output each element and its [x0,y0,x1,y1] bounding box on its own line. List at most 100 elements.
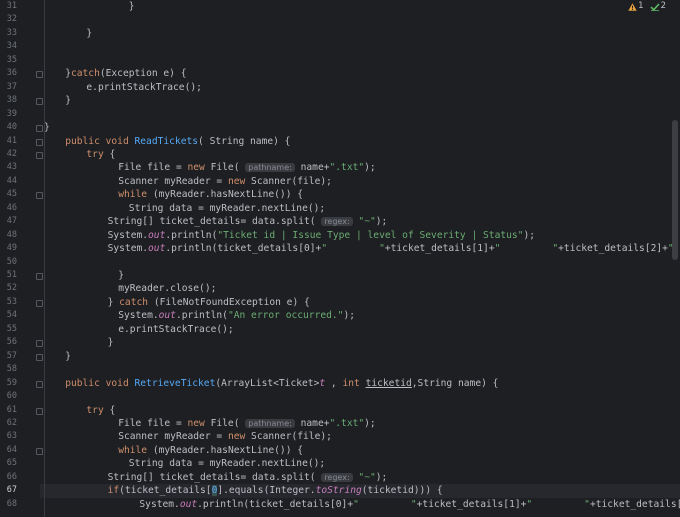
gutter-line: 37 [0,81,40,94]
gutter-line: 32 [0,13,40,26]
line-number-gutter: 31 32 33 34 35 36 37 38 39 40 41 42 43 44 45 46 47 48 49 50… [0,0,56,517]
parameter-hint: regex: [321,472,353,482]
code-line[interactable]: try { [40,148,680,161]
code-line[interactable] [40,390,680,403]
code-line[interactable] [40,108,680,121]
code-line[interactable]: } [40,121,680,134]
code-line[interactable]: } [40,336,680,349]
code-line[interactable]: try { [40,404,680,417]
code-token: String data = myReader.nextLine(); [128,458,326,470]
line-number: 65 [6,458,17,469]
code-token: "Ticket id | Issue Type | level of Sever… [217,229,524,241]
code-line[interactable]: System.out.println("Ticket id | Issue Ty… [40,229,680,242]
line-number: 36 [6,68,17,79]
gutter-line: 61 [0,404,43,417]
code-line[interactable]: System.out.println(ticket_details[0]+" "… [40,498,680,511]
code-token: Scanner(file); [245,431,332,443]
gutter-line: 49 [0,242,40,255]
code-line[interactable]: System.out.println("An error occurred.")… [40,309,680,322]
code-editor[interactable]: 31 32 33 34 35 36 37 38 39 40 41 42 43 44 45 46 47 48 49 50… [0,0,680,517]
line-number: 47 [6,216,17,227]
code-line[interactable] [40,256,680,269]
code-token: ".txt" [329,417,365,429]
code-token: while [118,189,148,201]
code-token: " " [353,498,417,510]
code-token: e.printStackTrace(); [118,323,234,335]
line-number: 50 [6,256,17,267]
line-number: 31 [6,1,17,11]
code-line[interactable]: File file = new File( pathname: name+".t… [40,161,680,174]
code-line[interactable]: public void ReadTickets( String name) { [40,135,680,148]
code-token: ticketid [365,377,412,389]
code-token: " " [494,243,559,255]
code-line[interactable] [40,40,680,53]
code-line[interactable] [40,54,680,67]
code-line[interactable]: public void RetrieveTicket(ArrayList<Tic… [40,377,680,390]
code-line[interactable]: String data = myReader.nextLine(); [40,202,680,215]
code-line[interactable] [40,13,680,26]
gutter-line: 64 [0,444,43,457]
code-token: try [86,404,104,416]
code-token: new [227,175,246,187]
code-token: out [158,310,176,322]
code-line[interactable]: String[] ticket_details= data.split( reg… [40,215,680,228]
gutter-line: 54 [0,309,40,322]
code-token: new [227,431,246,443]
code-line[interactable]: e.printStackTrace(); [40,323,680,336]
code-token: .println( [165,229,218,241]
gutter-line: 51 [0,269,43,282]
code-token: ); [375,471,388,483]
code-line[interactable]: System.out.println(ticket_details[0]+" "… [40,242,680,255]
code-line[interactable]: while (myReader.hasNextLine()) { [40,188,680,201]
code-token: ); [375,216,388,228]
code-line[interactable]: }catch(Exception e) { [40,67,680,80]
code-token: .println(ticket_details[0]+ [165,243,322,255]
weak-warnings-indicator[interactable]: 2 [650,1,666,12]
warnings-count: 1 [638,1,644,11]
code-line[interactable]: } [40,269,680,282]
line-number: 48 [6,229,17,240]
code-token: String data = myReader.nextLine(); [128,202,326,214]
code-line[interactable]: String[] ticket_details= data.split( reg… [40,471,680,484]
line-number: 42 [6,148,17,159]
code-token: } [107,296,120,308]
code-line[interactable]: Scanner myReader = new Scanner(file); [40,430,680,443]
gutter-line: 39 [0,108,40,121]
code-token: public void [65,377,135,389]
code-token: RetrieveTicket [134,377,216,389]
code-token: new [187,417,205,429]
code-token: ); [364,162,376,174]
code-line[interactable]: } [40,94,680,107]
code-token: } [107,337,114,349]
code-line[interactable]: File file = new File( pathname: name+".t… [40,417,680,430]
vertical-scrollbar[interactable] [672,120,678,260]
code-line[interactable]: } catch (FileNotFoundException e) { [40,296,680,309]
code-token: name+ [294,417,330,429]
code-token: +ticket_details[2]+ [589,498,680,510]
inspection-widget[interactable]: 1 2 [628,1,666,12]
gutter-line: 33 [0,27,40,40]
code-line[interactable]: } [40,0,680,13]
line-number: 32 [6,14,17,25]
line-number: 37 [6,81,17,92]
line-number: 64 [6,444,17,455]
code-line[interactable]: myReader.close(); [40,282,680,295]
code-token: ].equals(Integer. [217,485,316,497]
code-token: File( [204,417,246,429]
code-token: } [65,95,71,107]
code-line[interactable]: } [40,27,680,40]
warnings-indicator[interactable]: 1 [628,1,644,12]
code-line[interactable]: String data = myReader.nextLine(); [40,457,680,470]
code-line[interactable]: Scanner myReader = new Scanner(file); [40,175,680,188]
code-line[interactable]: e.printStackTrace(); [40,81,680,94]
code-token: (ArrayList<Ticket> [215,377,320,389]
gutter-line: 57 [0,350,43,363]
code-line[interactable]: if(ticket_details[0].equals(Integer.toSt… [40,484,680,498]
code-area[interactable]: }}}catch(Exception e) {e.printStackTrace… [40,0,680,517]
code-token: out [179,498,198,510]
code-line[interactable] [40,363,680,376]
code-line[interactable]: while (myReader.hasNextLine()) { [40,444,680,457]
parameter-hint: pathname: [245,163,295,173]
code-line[interactable]: } [40,350,680,363]
code-token: (ticketid))) { [361,485,443,497]
